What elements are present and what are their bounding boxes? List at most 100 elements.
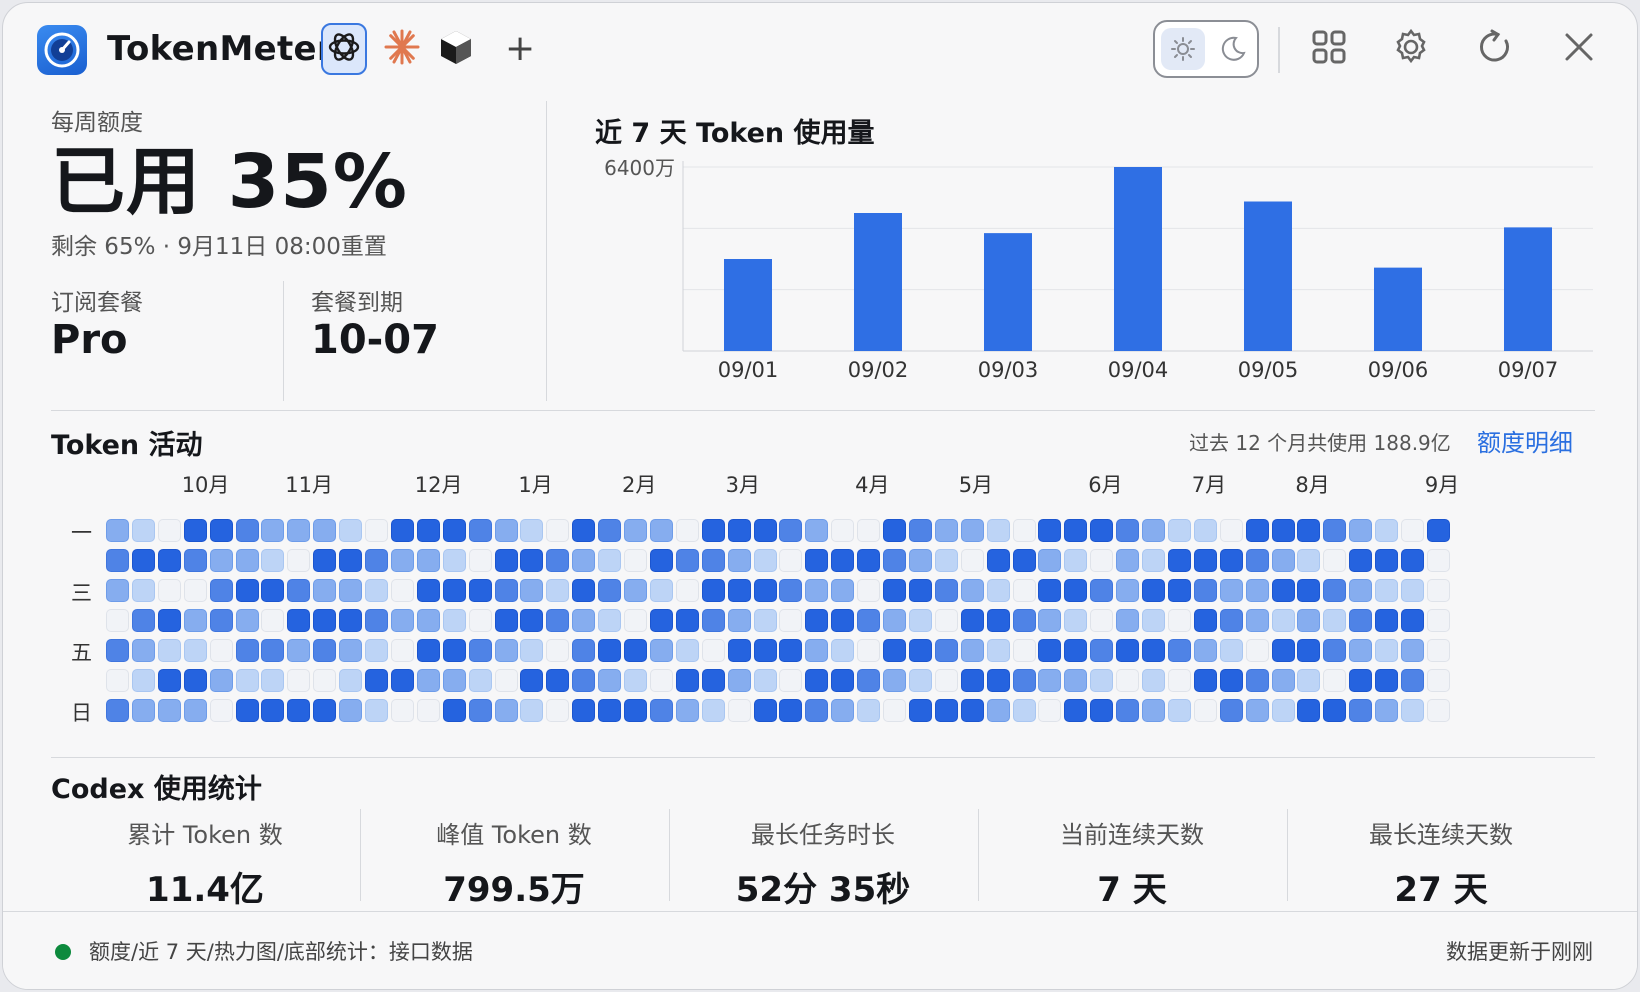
heatmap-cell[interactable] xyxy=(831,609,855,632)
heatmap-cell[interactable] xyxy=(675,519,699,542)
heatmap-cell[interactable] xyxy=(1167,669,1191,692)
heatmap-cell[interactable] xyxy=(209,579,233,602)
heatmap-cell[interactable] xyxy=(261,609,285,632)
heatmap-cell[interactable] xyxy=(287,519,311,542)
heatmap-cell[interactable] xyxy=(131,699,155,722)
heatmap-cell[interactable] xyxy=(883,609,906,632)
heatmap-cell[interactable] xyxy=(494,699,518,722)
heatmap-cell[interactable] xyxy=(1219,669,1243,692)
heatmap-cell[interactable] xyxy=(520,519,544,542)
heatmap-cell[interactable] xyxy=(908,669,932,692)
heatmap-cell[interactable] xyxy=(1219,579,1243,602)
heatmap-cell[interactable] xyxy=(701,519,725,542)
heatmap-cell[interactable] xyxy=(1426,549,1450,572)
heatmap-cell[interactable] xyxy=(934,669,958,692)
heatmap-cell[interactable] xyxy=(235,639,259,662)
provider-tab-openai[interactable] xyxy=(321,23,367,75)
heatmap-cell[interactable] xyxy=(157,639,181,662)
heatmap-cell[interactable] xyxy=(1349,549,1373,572)
heatmap-cell[interactable] xyxy=(1375,519,1399,542)
heatmap-cell[interactable] xyxy=(1193,519,1217,542)
heatmap-cell[interactable] xyxy=(908,579,932,602)
heatmap-cell[interactable] xyxy=(1375,579,1399,602)
heatmap-cell[interactable] xyxy=(624,699,647,722)
heatmap-cell[interactable] xyxy=(157,579,181,602)
heatmap-cell[interactable] xyxy=(1167,699,1191,722)
heatmap-cell[interactable] xyxy=(313,699,337,722)
heatmap-cell[interactable] xyxy=(675,549,699,572)
heatmap-cell[interactable] xyxy=(779,699,803,722)
heatmap-cell[interactable] xyxy=(1038,669,1062,692)
heatmap-cell[interactable] xyxy=(546,519,570,542)
heatmap-cell[interactable] xyxy=(131,579,155,602)
heatmap-cell[interactable] xyxy=(649,639,673,662)
heatmap-cell[interactable] xyxy=(287,579,311,602)
heatmap-cell[interactable] xyxy=(701,579,725,602)
heatmap-cell[interactable] xyxy=(1064,519,1088,542)
heatmap-cell[interactable] xyxy=(1167,609,1191,632)
heatmap-cell[interactable] xyxy=(339,519,363,542)
heatmap-cell[interactable] xyxy=(1142,669,1165,692)
heatmap-cell[interactable] xyxy=(908,609,932,632)
heatmap-cell[interactable] xyxy=(287,549,311,572)
add-provider-button[interactable]: + xyxy=(505,29,535,69)
quota-details-link[interactable]: 额度明细 xyxy=(1477,423,1573,458)
heatmap-cell[interactable] xyxy=(986,669,1010,692)
heatmap-cell[interactable] xyxy=(701,639,725,662)
heatmap-cell[interactable] xyxy=(1090,549,1114,572)
heatmap-cell[interactable] xyxy=(1349,609,1373,632)
heatmap-cell[interactable] xyxy=(883,669,906,692)
heatmap-cell[interactable] xyxy=(649,579,673,602)
heatmap-cell[interactable] xyxy=(1271,519,1295,542)
heatmap-cell[interactable] xyxy=(442,609,466,632)
heatmap-cell[interactable] xyxy=(805,579,829,602)
heatmap-cell[interactable] xyxy=(468,669,492,692)
close-button[interactable] xyxy=(1559,29,1599,69)
heatmap-cell[interactable] xyxy=(1167,579,1191,602)
heatmap-cell[interactable] xyxy=(908,639,932,662)
heatmap-cell[interactable] xyxy=(624,669,647,692)
heatmap-cell[interactable] xyxy=(468,609,492,632)
heatmap-cell[interactable] xyxy=(520,549,544,572)
heatmap-cell[interactable] xyxy=(1401,519,1424,542)
heatmap-cell[interactable] xyxy=(261,699,285,722)
heatmap-cell[interactable] xyxy=(1297,639,1321,662)
heatmap-cell[interactable] xyxy=(365,579,388,602)
moon-icon[interactable] xyxy=(1211,28,1255,70)
heatmap-cell[interactable] xyxy=(1245,669,1269,692)
heatmap-cell[interactable] xyxy=(1271,639,1295,662)
heatmap-cell[interactable] xyxy=(520,669,544,692)
heatmap-cell[interactable] xyxy=(1142,639,1165,662)
heatmap-cell[interactable] xyxy=(934,639,958,662)
heatmap-cell[interactable] xyxy=(598,549,622,572)
heatmap-cell[interactable] xyxy=(365,699,388,722)
heatmap-cell[interactable] xyxy=(649,609,673,632)
heatmap-cell[interactable] xyxy=(261,549,285,572)
heatmap-cell[interactable] xyxy=(753,579,777,602)
heatmap-cell[interactable] xyxy=(235,519,259,542)
heatmap-cell[interactable] xyxy=(1038,639,1062,662)
heatmap-cell[interactable] xyxy=(365,549,388,572)
heatmap-cell[interactable] xyxy=(520,609,544,632)
heatmap-cell[interactable] xyxy=(1426,699,1450,722)
heatmap-cell[interactable] xyxy=(520,639,544,662)
heatmap-cell[interactable] xyxy=(183,549,207,572)
heatmap-cell[interactable] xyxy=(1116,579,1140,602)
heatmap-cell[interactable] xyxy=(986,519,1010,542)
heatmap-cell[interactable] xyxy=(1245,609,1269,632)
heatmap-cell[interactable] xyxy=(831,549,855,572)
heatmap-cell[interactable] xyxy=(261,579,285,602)
heatmap-cell[interactable] xyxy=(494,519,518,542)
heatmap-cell[interactable] xyxy=(209,609,233,632)
heatmap-cell[interactable] xyxy=(131,669,155,692)
heatmap-cell[interactable] xyxy=(157,519,181,542)
heatmap-cell[interactable] xyxy=(572,639,596,662)
heatmap-cell[interactable] xyxy=(1116,669,1140,692)
heatmap-cell[interactable] xyxy=(572,519,596,542)
heatmap-cell[interactable] xyxy=(494,639,518,662)
heatmap-cell[interactable] xyxy=(131,639,155,662)
heatmap-cell[interactable] xyxy=(494,669,518,692)
heatmap-cell[interactable] xyxy=(1323,669,1347,692)
heatmap-cell[interactable] xyxy=(753,519,777,542)
heatmap-cell[interactable] xyxy=(805,669,829,692)
